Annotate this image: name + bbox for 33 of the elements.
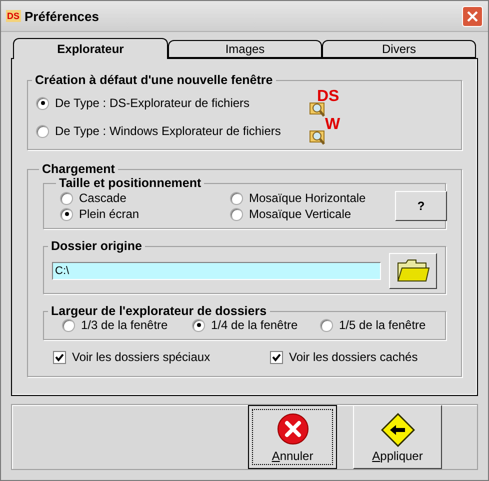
radio-option[interactable]: Mosaïque Verticale [230, 207, 395, 221]
help-button[interactable]: ? [395, 191, 447, 221]
close-icon [276, 413, 308, 445]
dialog-button[interactable]: Appliquer [353, 405, 442, 469]
group-title: Largeur de l'explorateur de dossiers [50, 304, 268, 318]
radio-option[interactable]: De Type : Windows Explorateur de fichiers [36, 124, 281, 138]
checkbox-option[interactable]: Voir les dossiers cachés [270, 350, 446, 364]
radio-option[interactable]: Mosaïque Horizontale [230, 191, 395, 205]
left-arrow-sign-icon [380, 413, 414, 447]
radio-option[interactable]: 1/5 de la fenêtre [320, 318, 437, 332]
radio-option[interactable]: 1/3 de la fenêtre [62, 318, 192, 332]
window-title: Préférences [24, 8, 100, 24]
radio-option[interactable]: De Type : DS-Explorateur de fichiers [36, 96, 250, 110]
tab[interactable]: Divers [322, 40, 476, 58]
folder-icon [396, 259, 430, 283]
app-logo: DS [6, 10, 21, 22]
folder-path-field[interactable]: C:\ [52, 262, 381, 280]
radio-option[interactable]: Cascade [60, 191, 230, 205]
browse-folder-button[interactable] [389, 253, 437, 289]
radio-option[interactable]: Plein écran [60, 207, 230, 221]
radio-option[interactable]: 1/4 de la fenêtre [192, 318, 320, 332]
check-icon [272, 352, 281, 362]
tab[interactable]: Images [168, 40, 322, 58]
group-title: Taille et positionnement [58, 176, 202, 190]
group-title: Dossier origine [50, 239, 143, 253]
dialog-button[interactable]: Annuler [248, 405, 337, 469]
checkbox-option[interactable]: Voir les dossiers spéciaux [53, 350, 270, 364]
tab[interactable]: Explorateur [13, 38, 168, 59]
group-title: Création à défaut d'une nouvelle fenêtre [34, 73, 274, 87]
check-icon [55, 352, 64, 362]
group-title: Chargement [41, 162, 116, 176]
close-icon [466, 10, 479, 22]
close-button[interactable] [462, 6, 483, 26]
